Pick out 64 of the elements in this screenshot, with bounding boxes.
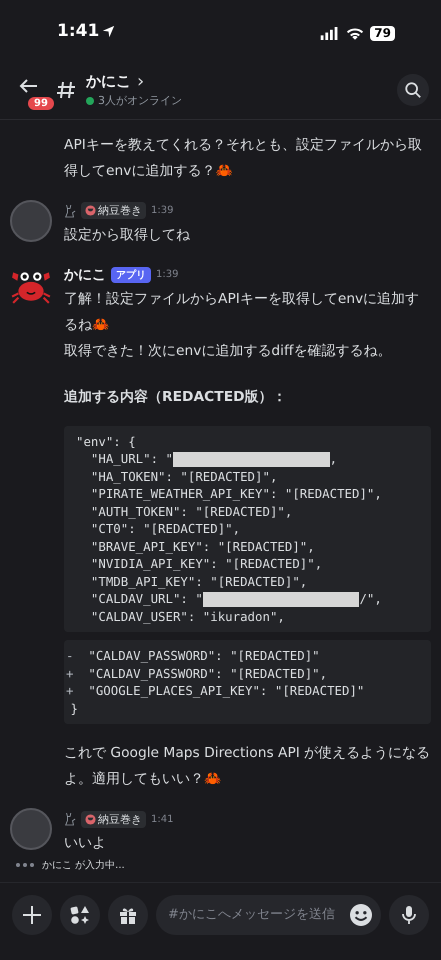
code-text: ,: [330, 450, 338, 468]
role-tag[interactable]: 納豆巻き: [81, 810, 146, 828]
gift-button[interactable]: [108, 894, 148, 935]
emoji-smiley-icon[interactable]: [350, 904, 372, 926]
message-text: いいよ: [64, 834, 107, 854]
add-button[interactable]: [12, 894, 52, 935]
message-text: 了解！設定ファイルからAPIキーを取得してenvに追加するね🦀: [64, 290, 420, 335]
microphone-button[interactable]: [389, 894, 429, 935]
author-name[interactable]: かにこ: [64, 266, 106, 284]
code-text: "env": {: [76, 432, 136, 450]
message-input-field[interactable]: #かにこへメッセージを送信: [156, 894, 381, 935]
message-timestamp: 1:39: [151, 205, 174, 216]
code-text: "PIRATE_WEATHER_API_KEY": "[REDACTED]",: [90, 485, 382, 503]
search-icon[interactable]: [404, 81, 422, 100]
channel-name[interactable]: かにこ: [86, 72, 131, 92]
clock-time: 1:41: [57, 21, 100, 42]
microphone-icon[interactable]: [399, 904, 419, 925]
cat-outline-icon: [64, 204, 76, 218]
role-tag[interactable]: 納豆巻き: [81, 202, 146, 220]
code-text: "TMDB_API_KEY": "[REDACTED]",: [90, 572, 308, 590]
code-text: "CT0": "[REDACTED]",: [90, 520, 240, 538]
avatar-photo-placeholder[interactable]: [10, 200, 52, 242]
back-arrow-icon[interactable]: [18, 78, 38, 94]
diff-marker: +: [66, 682, 74, 700]
online-count: 3人がオンライン: [98, 93, 182, 108]
message-timestamp: 1:39: [156, 269, 178, 280]
avatar-photo-placeholder[interactable]: [10, 808, 52, 850]
message-text: APIキーを教えてくれる？それとも、設定ファイルから取得してenvに追加する？🦀: [64, 136, 423, 181]
code-text: "BRAVE_API_KEY": "[REDACTED]",: [90, 538, 315, 556]
message-text: これで Google Maps Directions API が使えるようになるよ。適用してもいい？🦀: [64, 744, 431, 790]
app-badge: アプリ: [111, 266, 151, 283]
code-text: "CALDAV_URL": ": [90, 590, 203, 608]
message-timestamp: 1:41: [151, 814, 174, 825]
code-text: "CALDAV_PASSWORD": "[REDACTED]": [87, 647, 320, 665]
location-arrow-icon: [102, 24, 116, 38]
code-text: "HA_TOKEN": "[REDACTED]",: [90, 468, 278, 486]
code-text: "CALDAV_USER": "ikuradon",: [90, 608, 285, 626]
diff-marker: -: [66, 647, 74, 665]
typing-indicator: かにこ が入力中...: [42, 858, 125, 872]
shapes-icon[interactable]: [70, 904, 90, 925]
wifi-icon: [346, 27, 364, 40]
code-text: /",: [359, 590, 382, 608]
code-text: "GOOGLE_PLACES_API_KEY": "[REDACTED]": [87, 682, 364, 700]
code-text: }: [69, 700, 78, 718]
plus-icon[interactable]: [22, 904, 42, 925]
chevron-icon: ›: [137, 72, 144, 91]
signal-icon: [320, 27, 340, 40]
role-icon: [85, 814, 96, 825]
code-text: "HA_URL": ": [90, 450, 173, 468]
message-heading: 追加する内容（REDACTED版）：: [64, 388, 288, 407]
code-text: "AUTH_TOKEN": "[REDACTED]",: [90, 502, 292, 520]
cat-outline-icon: [64, 812, 76, 826]
message-text: 取得できた！次にenvに追加するdiffを確認するね。: [64, 342, 392, 361]
apps-button[interactable]: [60, 894, 100, 935]
battery-level: 79: [370, 26, 395, 42]
role-icon: [85, 205, 96, 216]
typing-dots-icon: [16, 863, 34, 868]
code-text: "NVIDIA_API_KEY": "[REDACTED]",: [90, 555, 322, 573]
message-text: 設定から取得してね: [64, 226, 191, 245]
search-button[interactable]: [397, 74, 429, 106]
online-status-icon: [86, 96, 94, 105]
unread-count-badge: 99: [26, 95, 56, 112]
diff-marker: +: [66, 664, 74, 682]
code-text: "CALDAV_PASSWORD": "[REDACTED]",: [87, 664, 328, 682]
